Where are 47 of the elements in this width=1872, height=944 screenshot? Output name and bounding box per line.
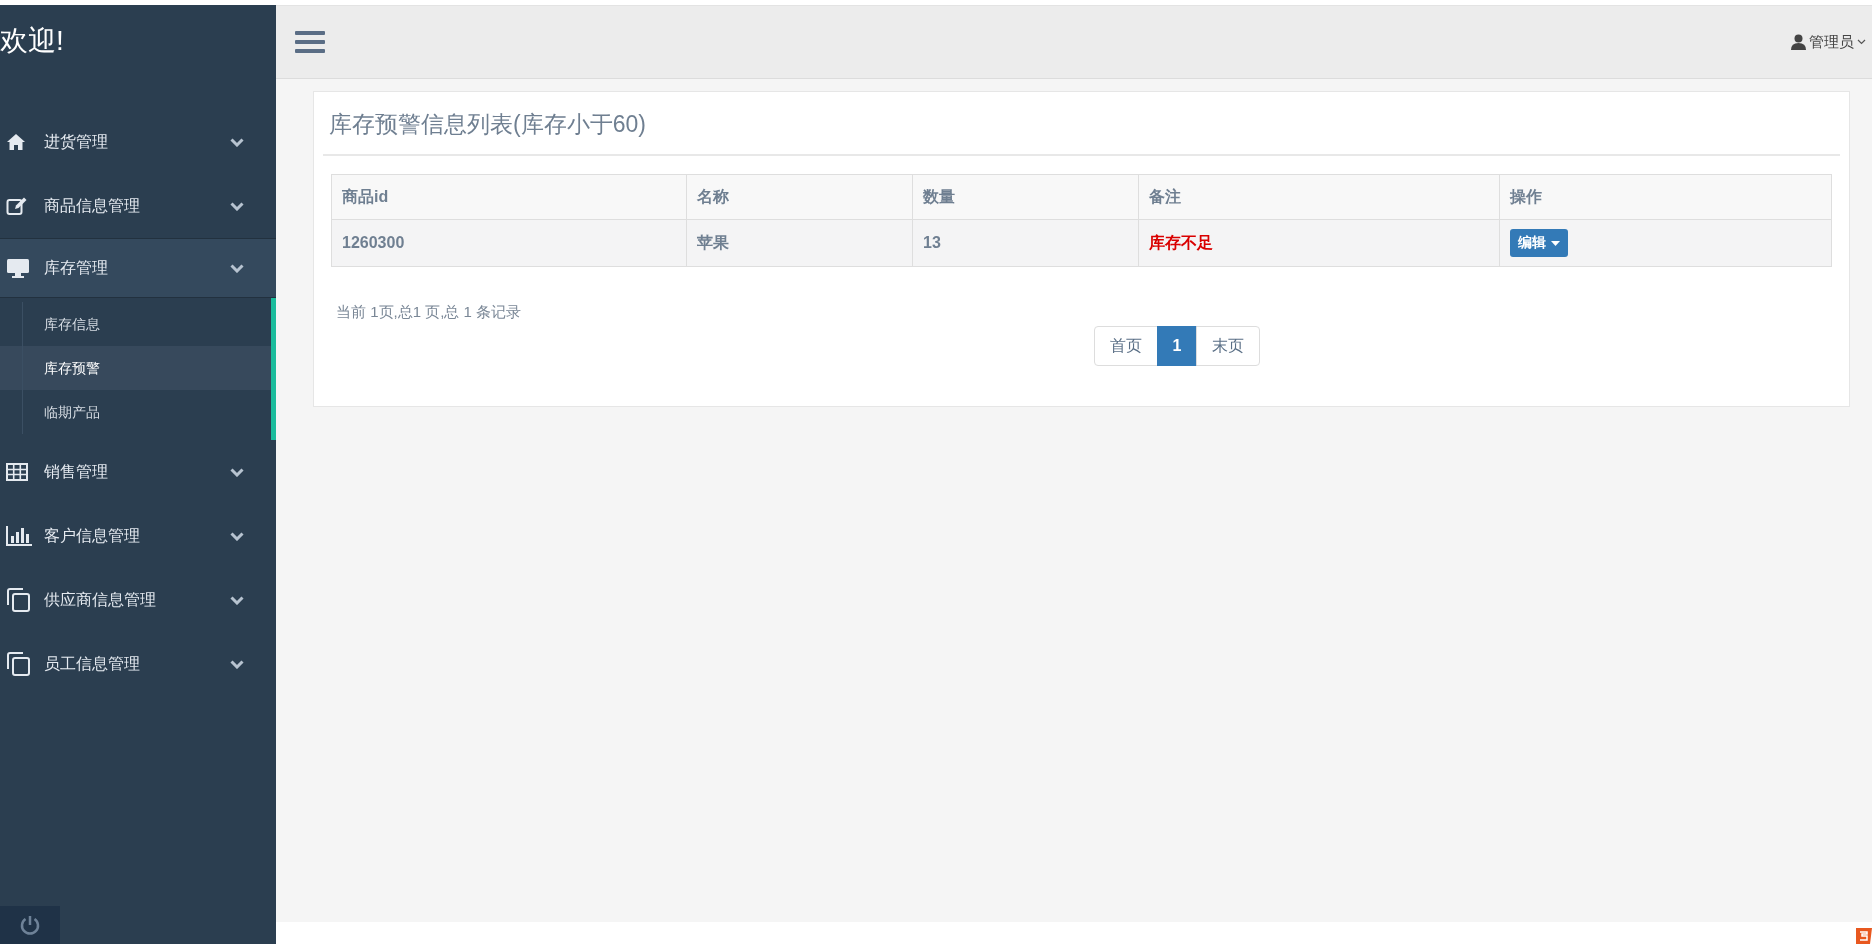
monitor-icon [6,258,30,278]
chevron-down-icon [230,201,244,211]
edit-icon [6,196,28,216]
column-header: 操作 [1499,174,1832,220]
chevron-down-icon [230,137,244,147]
user-icon [1791,34,1806,50]
column-header: 备注 [1138,174,1500,220]
table-cell: 1260300 [331,219,687,267]
menu-item[interactable]: 销售管理 [0,440,276,504]
menu-item[interactable]: 库存管理 [0,238,276,298]
panel-title: 库存预警信息列表(库存小于60) [323,92,1840,156]
menu-item[interactable]: 客户信息管理 [0,504,276,568]
chevron-down-icon [230,467,244,477]
page-button[interactable]: 1 [1156,326,1198,366]
table-cell: 苹果 [686,219,913,267]
menu-icon[interactable] [295,30,325,54]
column-header: 名称 [686,174,913,220]
status-cell: 库存不足 [1138,219,1500,267]
edit-dropdown-button[interactable]: 编辑 [1510,229,1568,257]
grid-icon [6,463,28,481]
chevron-down-icon [230,531,244,541]
menu-item[interactable]: 员工信息管理 [0,632,276,696]
submenu-item[interactable]: 库存信息 [0,302,271,346]
page-button[interactable]: 末页 [1196,326,1261,366]
menu-item[interactable]: 供应商信息管理 [0,568,276,632]
submenu-item[interactable]: 库存预警 [0,346,271,390]
power-button[interactable] [0,906,60,944]
table-cell: 13 [912,219,1139,267]
copy-icon [6,652,30,676]
chevron-down-icon [230,263,244,273]
column-header: 数量 [912,174,1139,220]
user-menu[interactable]: 管理员 [1791,32,1866,52]
chevron-down-icon [230,595,244,605]
page-button[interactable]: 首页 [1093,326,1158,366]
chevron-down-icon [1857,39,1866,45]
column-header: 商品id [331,174,687,220]
record-summary: 当前 1页,总1 页,总 1 条记录 [336,303,523,322]
submenu-item[interactable]: 临期产品 [0,390,271,434]
welcome-title: 欢迎! [0,24,65,58]
bar-chart-icon [6,526,32,546]
menu-item[interactable]: 商品信息管理 [0,174,276,238]
home-icon [6,133,26,151]
chevron-down-icon [230,659,244,669]
copy-icon [6,588,30,612]
power-icon [19,914,41,936]
caret-icon [1551,240,1560,246]
menu-item[interactable]: 进货管理 [0,110,276,174]
